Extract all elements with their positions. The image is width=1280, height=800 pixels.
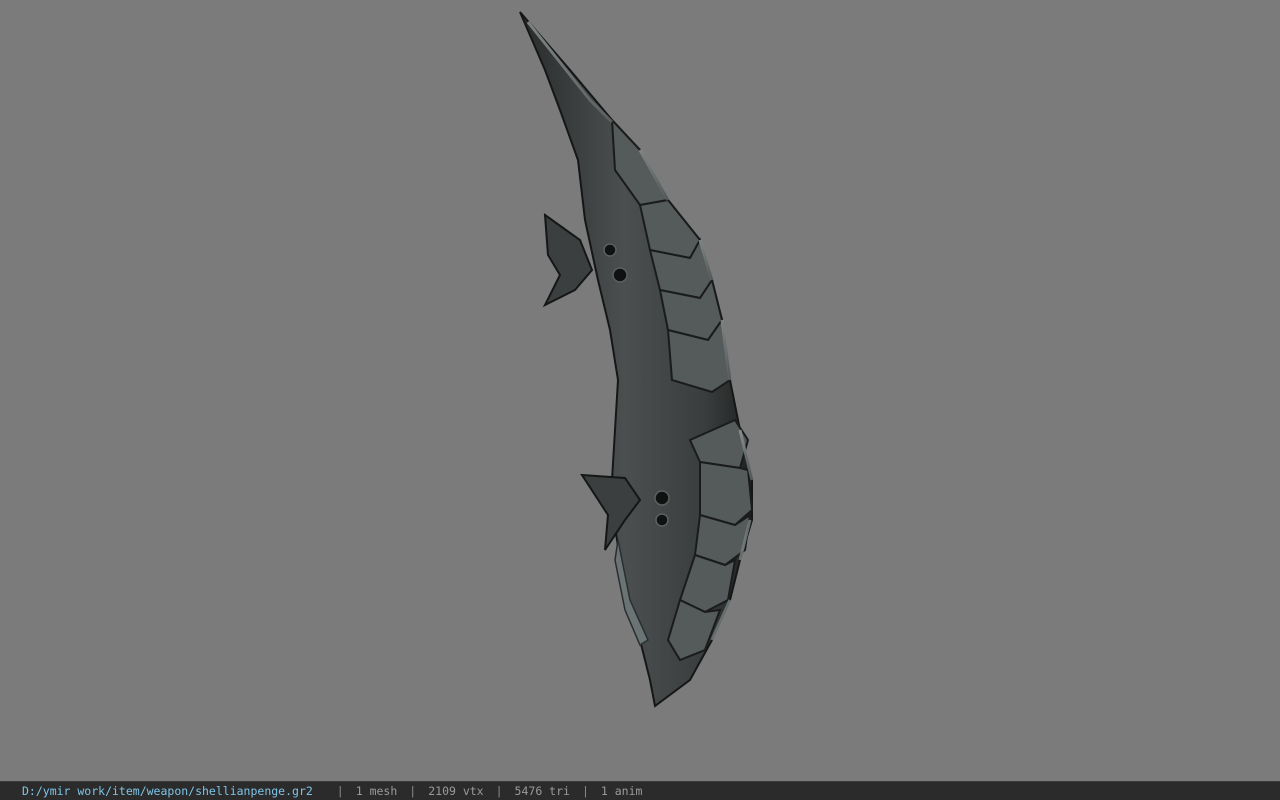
separator: | [409,784,417,798]
plate-7 [699,460,754,527]
status-bar: D:/ymir work/item/weapon/shellianpenge.g… [0,781,1280,800]
animation-count: 1 anim [600,784,643,798]
file-path: D:/ymir work/item/weapon/shellianpenge.g… [22,784,313,798]
separator: | [336,784,344,798]
vertex-count: 2109 vtx [428,784,484,798]
mesh-count: 1 mesh [355,784,398,798]
3d-viewport[interactable] [0,0,1280,781]
triangle-count: 5476 tri [514,784,570,798]
guard-spike-upper [542,212,594,308]
weapon-model-render[interactable] [0,0,1280,781]
separator: | [495,784,503,798]
separator: | [581,784,589,798]
